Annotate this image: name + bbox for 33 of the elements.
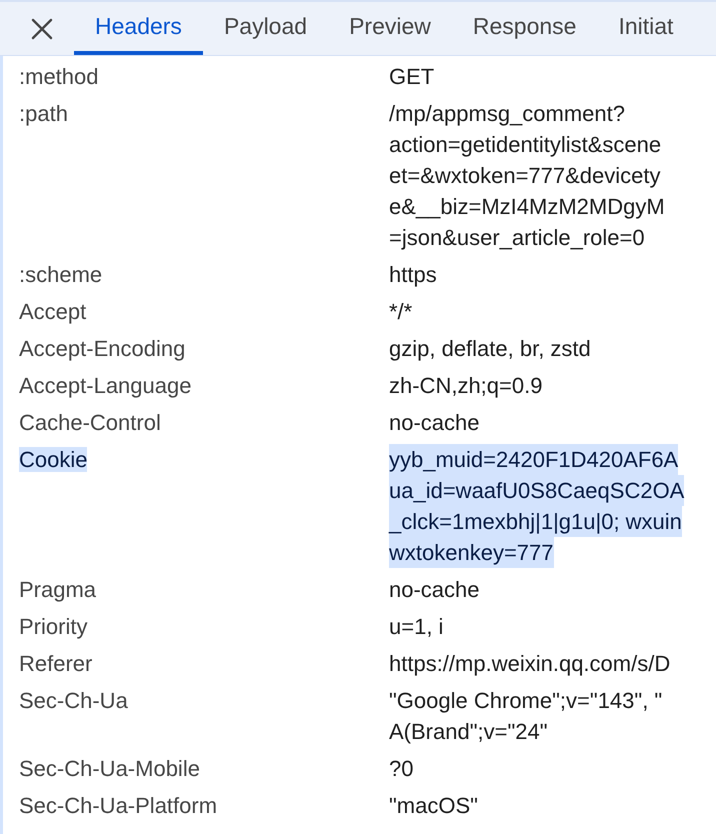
header-value: "macOS" xyxy=(389,792,478,820)
tab[interactable]: Headers xyxy=(74,2,203,55)
header-name: :path xyxy=(19,101,68,126)
header-name: Referer xyxy=(19,651,92,676)
header-value: yyb_muid=2420F1D420AF6A ua_id=waafU0S8CaeqSC2OA _clck=1mexbhj|1|g1u|0; wxuin wxtokenkey=777 xyxy=(389,444,684,568)
header-name: Sec-Ch-Ua xyxy=(19,688,128,713)
tab[interactable]: Preview xyxy=(328,2,452,55)
header-value: zh-CN,zh;q=0.9 xyxy=(389,372,542,400)
tab[interactable]: Initiat xyxy=(597,2,694,55)
header-value: ?0 xyxy=(389,755,414,783)
header-name: :scheme xyxy=(19,262,102,287)
tab[interactable]: Payload xyxy=(202,2,328,55)
header-name: Accept xyxy=(19,299,86,324)
header-value: u=1, i xyxy=(389,613,444,641)
header-name: Sec-Ch-Ua-Platform xyxy=(19,793,218,818)
header-value: "Google Chrome";v="143", " A(Brand";v="24" xyxy=(389,687,662,746)
header-value: gzip, deflate, br, zstd xyxy=(389,335,591,363)
header-value: https://mp.weixin.qq.com/s/D xyxy=(389,650,670,678)
header-value: no-cache xyxy=(389,409,480,437)
tab[interactable]: Response xyxy=(452,2,598,55)
header-name: Priority xyxy=(19,614,88,639)
header-name: Accept-Language xyxy=(19,373,192,398)
header-name: Cookie xyxy=(19,447,88,472)
header-name: Sec-Ch-Ua-Mobile xyxy=(19,756,200,781)
header-value: https xyxy=(389,261,437,289)
header-name: Pragma xyxy=(19,577,96,602)
header-name: Cache-Control xyxy=(19,410,161,435)
header-name: :method xyxy=(19,64,98,89)
header-value: no-cache xyxy=(389,576,480,604)
header-value: GET xyxy=(389,63,434,91)
close-icon[interactable] xyxy=(31,18,53,40)
header-value: */* xyxy=(389,298,412,326)
header-name: Accept-Encoding xyxy=(19,336,186,361)
